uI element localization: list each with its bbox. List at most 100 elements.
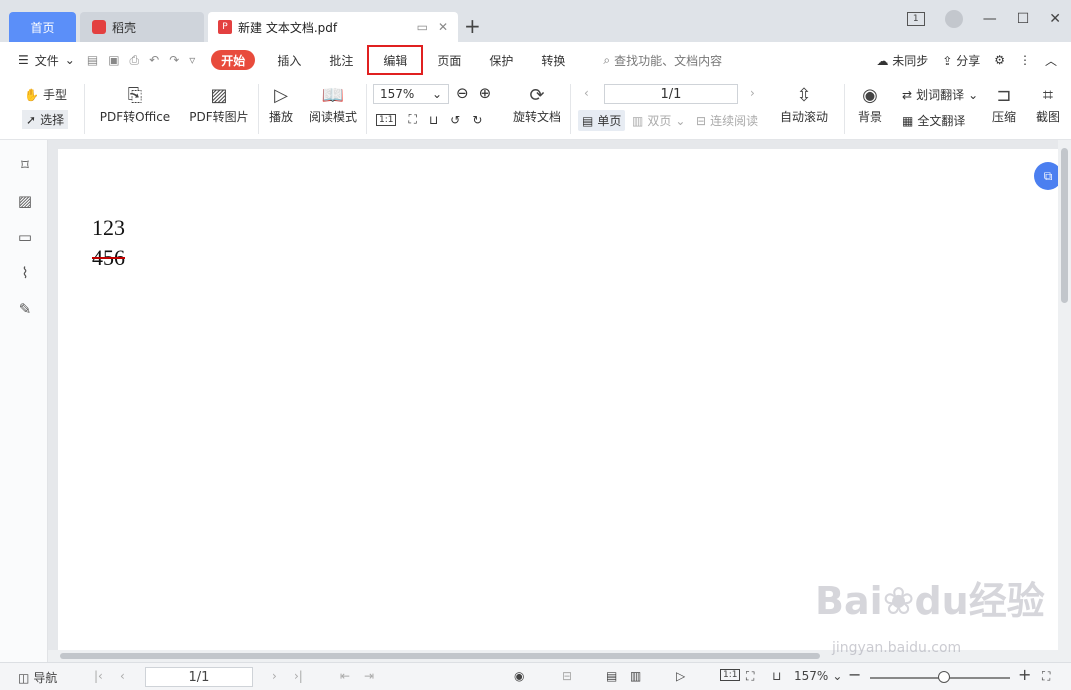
double-page-button[interactable]: ▥ 双页 ⌄ xyxy=(632,112,685,129)
eye-icon[interactable]: ◉ xyxy=(514,669,524,683)
screenshot-button[interactable]: ⌗ 截图 xyxy=(1028,82,1068,125)
avatar[interactable] xyxy=(944,10,963,28)
last-page-icon[interactable]: ›| xyxy=(294,669,303,683)
full-translate-button[interactable]: ▦ 全文翻译 xyxy=(902,112,965,129)
sync-status[interactable]: ☁ 未同步 xyxy=(876,52,928,69)
close-window-icon[interactable]: ✕ xyxy=(1049,11,1061,27)
continuous-icon: ⊟ xyxy=(696,113,707,128)
vertical-scrollbar[interactable] xyxy=(1058,140,1071,662)
signature-icon[interactable]: ✎ xyxy=(16,300,34,318)
background-button[interactable]: ◉ 背景 xyxy=(852,82,888,125)
search-box[interactable]: ⌕ 查找功能、文档内容 xyxy=(603,52,722,69)
tab-document[interactable]: P 新建 文本文档.pdf ▭ ✕ xyxy=(208,12,458,42)
menu-annotate[interactable]: 批注 xyxy=(315,48,367,72)
save-icon[interactable]: ▣ xyxy=(108,53,119,68)
first-page-icon[interactable]: |‹ xyxy=(94,669,103,683)
new-tab-button[interactable]: + xyxy=(464,14,481,38)
zoom-out-icon[interactable]: − xyxy=(848,665,861,684)
next-page-icon[interactable]: › xyxy=(750,86,755,100)
chevron-down-icon: ⌄ xyxy=(64,53,75,67)
minimize-icon[interactable]: — xyxy=(983,11,997,27)
select-tool[interactable]: ➚ 选择 xyxy=(22,110,69,129)
fit-page-icon[interactable]: ⛶ xyxy=(408,112,416,127)
tab-home[interactable]: 首页 xyxy=(9,12,76,42)
fit-width-icon[interactable]: ⊔ xyxy=(429,113,438,127)
compress-button[interactable]: ⊐ 压缩 xyxy=(990,82,1018,125)
tab-daoke[interactable]: 稻壳 xyxy=(80,12,204,42)
auto-scroll-button[interactable]: ⇳ 自动滚动 xyxy=(774,82,834,125)
menu-insert[interactable]: 插入 xyxy=(263,48,315,72)
status-page-input[interactable]: 1/1 xyxy=(145,667,253,687)
pdf-to-office-button[interactable]: ⎘ PDF转Office xyxy=(95,82,175,125)
zoom-select[interactable]: 157% ⌄ xyxy=(373,84,449,104)
page-input[interactable]: 1/1 xyxy=(604,84,738,104)
vertical-scroll-thumb[interactable] xyxy=(1061,148,1068,303)
menu-edit[interactable]: 编辑 xyxy=(367,45,424,75)
file-menu[interactable]: ☰ 文件 ⌄ xyxy=(18,52,75,69)
menu-convert[interactable]: 转换 xyxy=(527,48,579,72)
eye-icon: ◉ xyxy=(862,84,878,106)
continuous-read-button[interactable]: ⊟ 连续阅读 xyxy=(696,112,758,129)
back-icon[interactable]: ⇤ xyxy=(340,669,350,683)
hamburger-icon: ☰ xyxy=(18,53,29,67)
close-tab-icon[interactable]: ✕ xyxy=(438,20,448,34)
rotate-document-button[interactable]: ⟳ 旋转文档 xyxy=(510,82,564,125)
play-button[interactable]: ▷ 播放 xyxy=(266,82,296,125)
menu-page[interactable]: 页面 xyxy=(423,48,475,72)
undo-icon[interactable]: ↶ xyxy=(149,53,159,68)
thumbnail-icon[interactable]: ▨ xyxy=(16,192,34,210)
redo-icon[interactable]: ↷ xyxy=(169,53,179,68)
prev-page-icon[interactable]: ‹ xyxy=(120,669,125,683)
navigation-label: 导航 xyxy=(33,671,58,685)
float-convert-icon[interactable]: ⧉ xyxy=(1034,162,1058,190)
pdf-to-image-button[interactable]: ▨ PDF转图片 xyxy=(188,82,250,125)
status-page-value: 1/1 xyxy=(188,669,210,685)
single-page-icon[interactable]: ▤ xyxy=(606,669,617,683)
bookmark-icon[interactable]: ⌑ xyxy=(16,156,34,174)
attachment-icon[interactable]: ⌇ xyxy=(16,264,34,282)
more-chevron-icon[interactable]: ▿ xyxy=(189,53,195,68)
play-icon[interactable]: ▷ xyxy=(676,669,685,683)
pin-icon[interactable]: ▭ xyxy=(417,20,428,34)
status-zoom[interactable]: 157% ⌄ xyxy=(794,669,842,683)
next-page-icon[interactable]: › xyxy=(272,669,277,683)
comment-icon[interactable]: ▭ xyxy=(16,228,34,246)
collapse-icon[interactable]: ︿ xyxy=(1045,52,1057,69)
actual-size-button[interactable]: 1:1 xyxy=(720,669,741,681)
actual-size-button[interactable]: 1:1 xyxy=(376,113,397,126)
prev-page-icon[interactable]: ‹ xyxy=(584,86,589,100)
more-icon[interactable]: ⋮ xyxy=(1019,53,1031,67)
fullscreen-icon[interactable]: ⛶ xyxy=(1042,669,1050,684)
print-icon[interactable]: ⎙ xyxy=(130,53,140,68)
zoom-slider-knob[interactable] xyxy=(938,671,950,683)
continuous-read-label: 连续阅读 xyxy=(710,114,759,128)
fit-controls: 1:1 ⛶ ⊔ ↺ ↻ xyxy=(376,112,482,127)
hand-tool[interactable]: ✋ 手型 xyxy=(24,86,67,103)
rotate-left-icon[interactable]: ↺ xyxy=(450,113,460,127)
continuous-icon[interactable]: ⊟ xyxy=(562,669,572,683)
auto-scroll-icon: ⇳ xyxy=(796,84,812,106)
open-folder-icon[interactable]: ▤ xyxy=(87,53,98,68)
menu-start[interactable]: 开始 xyxy=(211,50,256,70)
settings-icon[interactable]: ⚙ xyxy=(994,53,1005,67)
zoom-out-icon[interactable]: ⊖ xyxy=(456,84,469,102)
zoom-in-icon[interactable]: ⊕ xyxy=(479,84,492,102)
single-page-button[interactable]: ▤ 单页 xyxy=(578,110,626,131)
maximize-icon[interactable]: ☐ xyxy=(1017,11,1030,27)
rotate-right-icon[interactable]: ↻ xyxy=(472,113,482,127)
horizontal-scroll-thumb[interactable] xyxy=(60,653,820,659)
navigation-toggle[interactable]: ◫ 导航 xyxy=(18,669,57,686)
menu-protect[interactable]: 保护 xyxy=(475,48,527,72)
doc-line-1: 123 xyxy=(92,215,125,240)
share-button[interactable]: ⇪ 分享 xyxy=(942,52,980,69)
chevron-down-icon: ⌄ xyxy=(968,87,979,102)
workspace-badge[interactable]: 1 xyxy=(906,12,925,26)
double-page-icon[interactable]: ▥ xyxy=(630,669,641,683)
fit-width-icon[interactable]: ⊔ xyxy=(772,669,781,683)
read-mode-button[interactable]: 📖 阅读模式 xyxy=(306,82,360,125)
share-icon: ⇪ xyxy=(942,53,953,68)
zoom-in-icon[interactable]: + xyxy=(1018,665,1031,684)
forward-icon[interactable]: ⇥ xyxy=(364,669,374,683)
word-translate-button[interactable]: ⇄ 划词翻译 ⌄ xyxy=(902,86,978,103)
fit-page-icon[interactable]: ⛶ xyxy=(746,669,754,684)
